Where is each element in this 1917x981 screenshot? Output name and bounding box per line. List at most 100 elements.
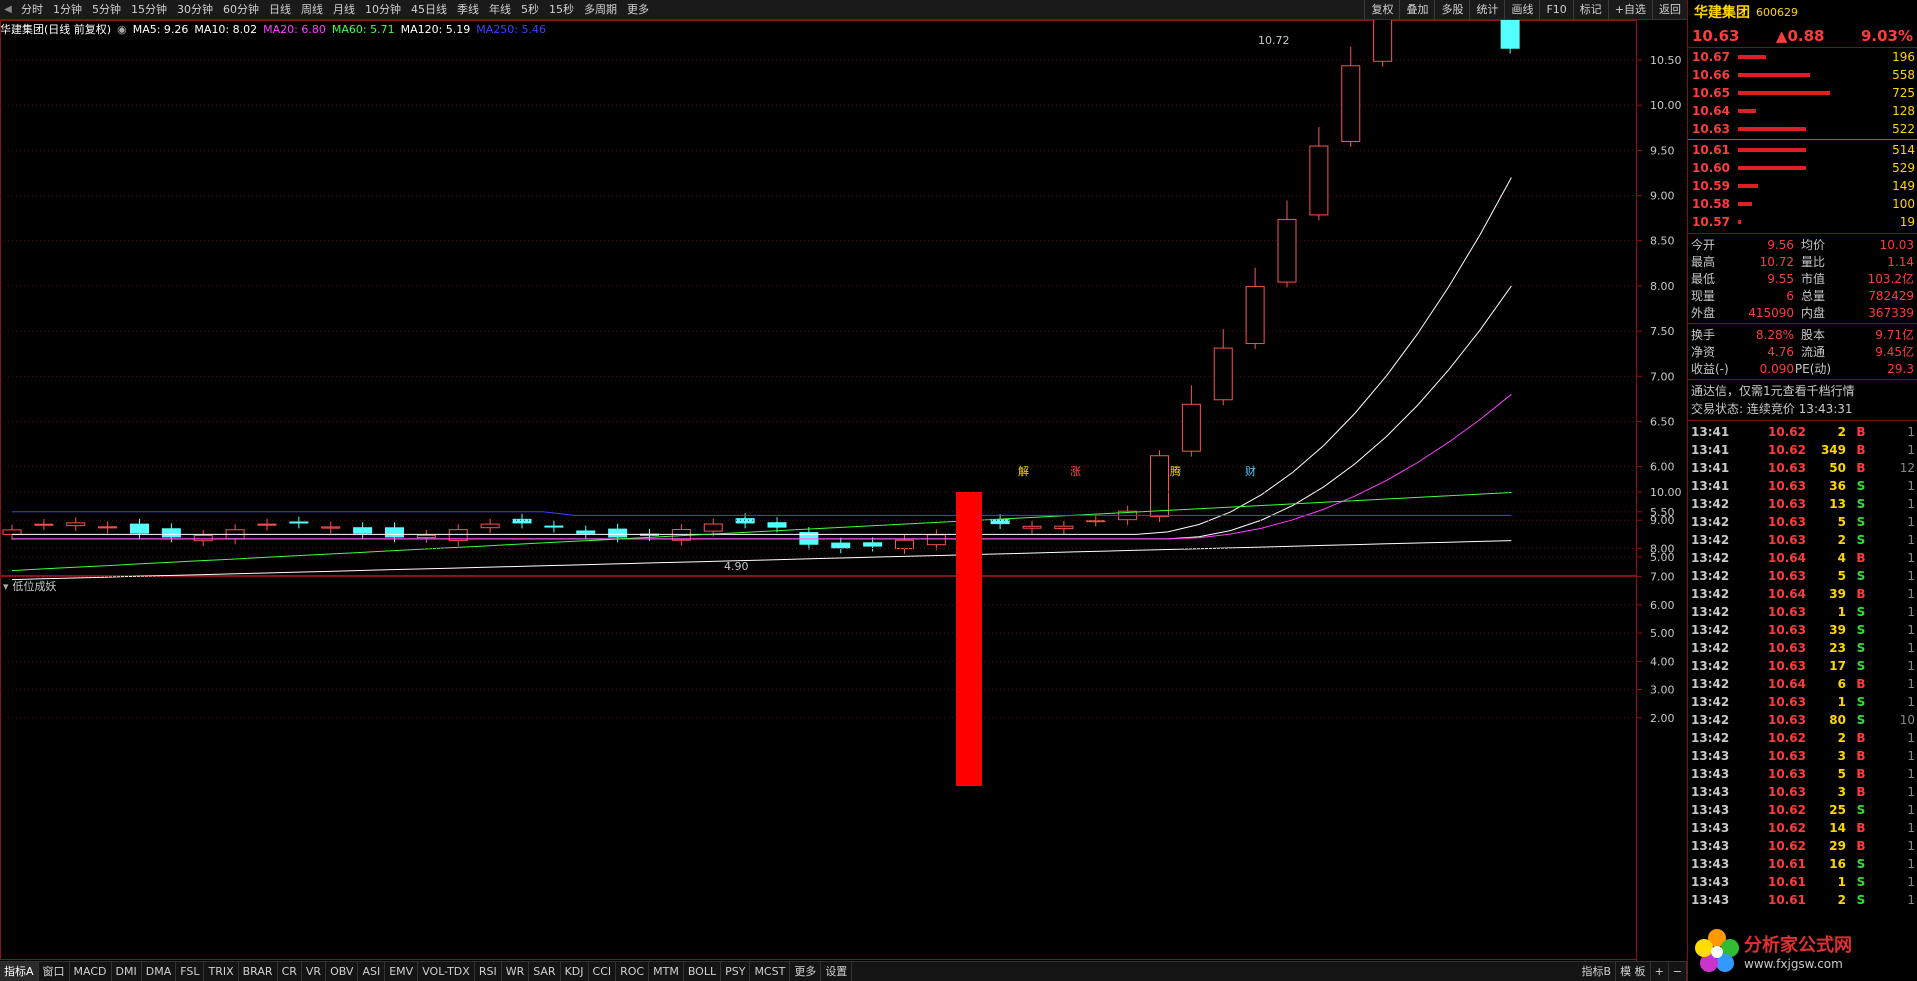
trade-volume: 23 (1829, 641, 1846, 655)
indicator-tab[interactable]: ASI (358, 962, 386, 981)
trade-row: 13:42 10.64 39 B 1 (1688, 585, 1917, 603)
indicator-tab[interactable]: 设置 (821, 962, 853, 981)
stat-cell: 最高 (1691, 255, 1716, 269)
indicator-tick-label: 8.00 (1650, 542, 1675, 555)
trade-time: 13:43 (1691, 749, 1730, 763)
indicator-tab[interactable]: MCST (750, 962, 791, 981)
timeframe-tab[interactable]: 10分钟 (360, 0, 406, 20)
trade-row: 13:43 10.62 29 B 1 (1688, 837, 1917, 855)
timeframe-tab[interactable]: 15秒 (544, 0, 579, 20)
ask-volume: 128 (1892, 104, 1915, 118)
trade-price: 10.61 (1768, 875, 1806, 889)
timeframe-tab[interactable]: 周线 (296, 0, 328, 20)
trade-side: B (1856, 839, 1866, 853)
timeframe-tab[interactable]: 月线 (328, 0, 360, 20)
trade-side: S (1856, 605, 1866, 619)
indicator-tab[interactable]: 指标A (0, 962, 39, 981)
indicator-tab[interactable]: BRAR (239, 962, 278, 981)
trade-count: 10 (1899, 713, 1915, 727)
trade-count: 1 (1907, 821, 1915, 835)
ask-row: 10.67 196 (1688, 48, 1917, 66)
ask-volume: 196 (1892, 50, 1915, 64)
trade-row: 13:42 10.63 5 S 1 (1688, 513, 1917, 531)
timeframe-tab[interactable]: 更多 (622, 0, 654, 20)
indicator-tab[interactable]: KDJ (561, 962, 589, 981)
indicator-tab[interactable]: CCI (589, 962, 617, 981)
trade-time: 13:43 (1691, 785, 1730, 799)
trade-volume: 1 (1837, 605, 1846, 619)
indicator-tab[interactable]: VOL-TDX (418, 962, 475, 981)
timeframe-tab[interactable]: 1分钟 (48, 0, 87, 20)
toolbar-button[interactable]: +自选 (1607, 0, 1652, 20)
indicator-tab[interactable]: MTM (649, 962, 684, 981)
indicator-tab[interactable]: WR (502, 962, 530, 981)
stat-cell: 收益(-) (1691, 362, 1729, 376)
trade-volume: 2 (1837, 893, 1846, 907)
candle-body (895, 539, 914, 550)
main-frame (0, 20, 1637, 576)
toolbar-button[interactable]: 画线 (1504, 0, 1539, 20)
timeframe-tab[interactable]: 5秒 (516, 0, 544, 20)
trade-volume: 36 (1829, 479, 1846, 493)
bottom-right-button[interactable]: − (1669, 962, 1687, 981)
trade-side: S (1856, 569, 1866, 583)
bottom-right-button[interactable]: + (1651, 962, 1669, 981)
trade-time: 13:42 (1691, 515, 1730, 529)
indicator-tab[interactable]: SAR (529, 962, 561, 981)
indicator-tab[interactable]: DMI (112, 962, 142, 981)
timeframe-tab[interactable]: 30分钟 (172, 0, 218, 20)
chevron-down-icon[interactable]: ▾ (3, 580, 9, 593)
indicator-tab[interactable]: OBV (326, 962, 359, 981)
timeframe-tab[interactable]: 45日线 (406, 0, 452, 20)
bottom-right-button[interactable]: 模 板 (1616, 962, 1651, 981)
bid-price: 10.59 (1692, 179, 1730, 193)
timeframe-tab[interactable]: 60分钟 (218, 0, 264, 20)
indicator-tab[interactable]: DMA (142, 962, 177, 981)
toolbar-button[interactable]: 标记 (1572, 0, 1608, 20)
indicator-tab[interactable]: MACD (70, 962, 112, 981)
timeframe-tab[interactable]: 5分钟 (87, 0, 126, 20)
trade-price: 10.62 (1768, 443, 1806, 457)
stat-cell: PE(动) (1794, 362, 1832, 376)
toolbar-button[interactable]: F10 (1539, 0, 1572, 20)
timeframe-tab[interactable]: 分时 (16, 0, 48, 20)
indicator-tab[interactable]: BOLL (684, 962, 722, 981)
event-marker: 财 (1245, 464, 1256, 478)
indicator-tab[interactable]: 窗口 (39, 962, 70, 981)
timeframe-tab[interactable]: 15分钟 (126, 0, 172, 20)
indicator-tab[interactable]: EMV (385, 962, 419, 981)
toolbar-button[interactable]: 复权 (1364, 0, 1399, 20)
candle-body (544, 525, 564, 528)
indicator-tab[interactable]: VR (302, 962, 327, 981)
indicator-tick-label: 7.00 (1650, 571, 1675, 584)
trade-volume: 6 (1837, 677, 1846, 691)
timeframe-tab[interactable]: 季线 (452, 0, 484, 20)
toolbar-button[interactable]: 统计 (1469, 0, 1504, 20)
indicator-tab[interactable]: CR (278, 962, 302, 981)
timeframe-tab[interactable]: 日线 (264, 0, 296, 20)
candle-body (353, 527, 373, 534)
chevron-left-icon[interactable]: ◀ (0, 4, 16, 15)
trade-side: B (1856, 767, 1866, 781)
bottom-right-button[interactable]: 指标B (1578, 962, 1617, 981)
trade-volume: 3 (1837, 785, 1846, 799)
promo-note[interactable]: 通达信，仅需1元查看千档行情 (1688, 382, 1917, 400)
indicator-tab[interactable]: TRIX (204, 962, 239, 981)
trade-row: 13:41 10.63 36 S 1 (1688, 477, 1917, 495)
indicator-tick-label: 9.00 (1650, 514, 1675, 527)
trade-count: 1 (1907, 893, 1915, 907)
toolbar-button[interactable]: 返回 (1652, 0, 1687, 20)
indicator-tab[interactable]: FSL (176, 962, 205, 981)
trade-price: 10.63 (1768, 605, 1806, 619)
indicator-tab[interactable]: PSY (721, 962, 751, 981)
timeframe-tab[interactable]: 多周期 (579, 0, 622, 20)
indicator-tab[interactable]: RSI (475, 962, 502, 981)
trade-side: S (1856, 641, 1866, 655)
indicator-tab[interactable]: 更多 (790, 962, 822, 981)
toolbar-button[interactable]: 多股 (1434, 0, 1469, 20)
indicator-tab[interactable]: ROC (616, 962, 650, 981)
bid-price: 10.57 (1692, 215, 1730, 229)
toolbar-button[interactable]: 叠加 (1399, 0, 1434, 20)
timeframe-tab[interactable]: 年线 (484, 0, 516, 20)
trade-volume: 2 (1837, 425, 1846, 439)
